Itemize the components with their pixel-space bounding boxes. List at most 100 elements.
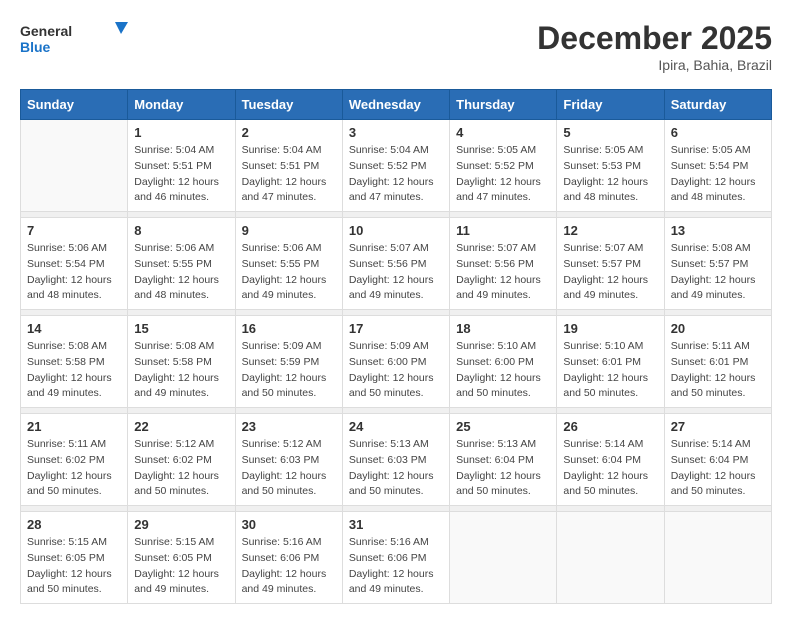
day-info: Sunrise: 5:12 AMSunset: 6:02 PMDaylight:… bbox=[134, 437, 228, 500]
day-number: 5 bbox=[563, 125, 657, 140]
weekday-header-monday: Monday bbox=[128, 90, 235, 120]
day-number: 3 bbox=[349, 125, 443, 140]
weekday-header-thursday: Thursday bbox=[450, 90, 557, 120]
calendar-cell: 6 Sunrise: 5:05 AMSunset: 5:54 PMDaylight… bbox=[664, 120, 771, 212]
day-number: 6 bbox=[671, 125, 765, 140]
day-info: Sunrise: 5:13 AMSunset: 6:04 PMDaylight:… bbox=[456, 437, 550, 500]
calendar-cell: 16Sunrise: 5:09 AMSunset: 5:59 PMDayligh… bbox=[235, 316, 342, 408]
day-number: 7 bbox=[27, 223, 121, 238]
day-info: Sunrise: 5:14 AMSunset: 6:04 PMDaylight:… bbox=[671, 437, 765, 500]
day-info: Sunrise: 5:16 AMSunset: 6:06 PMDaylight:… bbox=[349, 535, 443, 598]
calendar-cell bbox=[450, 512, 557, 604]
calendar-cell: 31 Sunrise: 5:16 AMSunset: 6:06 PMDayligh… bbox=[342, 512, 449, 604]
day-number: 22 bbox=[134, 419, 228, 434]
day-info: Sunrise: 5:15 AMSunset: 6:05 PMDaylight:… bbox=[134, 535, 228, 598]
calendar-cell: 1 Sunrise: 5:04 AMSunset: 5:51 PMDaylight… bbox=[128, 120, 235, 212]
calendar-cell: 12 Sunrise: 5:07 AMSunset: 5:57 PMDayligh… bbox=[557, 218, 664, 310]
calendar-cell: 15Sunrise: 5:08 AMSunset: 5:58 PMDayligh… bbox=[128, 316, 235, 408]
calendar-cell: 22 Sunrise: 5:12 AMSunset: 6:02 PMDayligh… bbox=[128, 414, 235, 506]
day-info: Sunrise: 5:04 AMSunset: 5:51 PMDaylight:… bbox=[134, 143, 228, 206]
day-info: Sunrise: 5:04 AMSunset: 5:51 PMDaylight:… bbox=[242, 143, 336, 206]
day-number: 26 bbox=[563, 419, 657, 434]
weekday-header-row: SundayMondayTuesdayWednesdayThursdayFrid… bbox=[21, 90, 772, 120]
calendar-cell: 14Sunrise: 5:08 AMSunset: 5:58 PMDayligh… bbox=[21, 316, 128, 408]
calendar-cell: 18Sunrise: 5:10 AMSunset: 6:00 PMDayligh… bbox=[450, 316, 557, 408]
location: Ipira, Bahia, Brazil bbox=[537, 57, 772, 73]
calendar-cell: 25Sunrise: 5:13 AMSunset: 6:04 PMDayligh… bbox=[450, 414, 557, 506]
day-number: 29 bbox=[134, 517, 228, 532]
day-number: 2 bbox=[242, 125, 336, 140]
day-number: 20 bbox=[671, 321, 765, 336]
day-number: 30 bbox=[242, 517, 336, 532]
calendar-cell: 21 Sunrise: 5:11 AMSunset: 6:02 PMDayligh… bbox=[21, 414, 128, 506]
day-number: 8 bbox=[134, 223, 228, 238]
day-number: 23 bbox=[242, 419, 336, 434]
calendar-cell: 23 Sunrise: 5:12 AMSunset: 6:03 PMDayligh… bbox=[235, 414, 342, 506]
day-info: Sunrise: 5:05 AMSunset: 5:53 PMDaylight:… bbox=[563, 143, 657, 206]
day-number: 11 bbox=[456, 223, 550, 238]
calendar-cell: 29 Sunrise: 5:15 AMSunset: 6:05 PMDayligh… bbox=[128, 512, 235, 604]
month-title: December 2025 bbox=[537, 20, 772, 57]
svg-text:Blue: Blue bbox=[20, 39, 51, 55]
calendar-cell: 5 Sunrise: 5:05 AMSunset: 5:53 PMDaylight… bbox=[557, 120, 664, 212]
day-info: Sunrise: 5:08 AMSunset: 5:58 PMDaylight:… bbox=[27, 339, 121, 402]
day-number: 17 bbox=[349, 321, 443, 336]
day-info: Sunrise: 5:05 AMSunset: 5:54 PMDaylight:… bbox=[671, 143, 765, 206]
day-number: 13 bbox=[671, 223, 765, 238]
day-info: Sunrise: 5:06 AMSunset: 5:54 PMDaylight:… bbox=[27, 241, 121, 304]
calendar-cell: 13 Sunrise: 5:08 AMSunset: 5:57 PMDayligh… bbox=[664, 218, 771, 310]
day-number: 10 bbox=[349, 223, 443, 238]
day-info: Sunrise: 5:10 AMSunset: 6:01 PMDaylight:… bbox=[563, 339, 657, 402]
weekday-header-wednesday: Wednesday bbox=[342, 90, 449, 120]
title-area: December 2025 Ipira, Bahia, Brazil bbox=[537, 20, 772, 73]
day-number: 28 bbox=[27, 517, 121, 532]
day-info: Sunrise: 5:09 AMSunset: 5:59 PMDaylight:… bbox=[242, 339, 336, 402]
day-info: Sunrise: 5:07 AMSunset: 5:57 PMDaylight:… bbox=[563, 241, 657, 304]
day-info: Sunrise: 5:05 AMSunset: 5:52 PMDaylight:… bbox=[456, 143, 550, 206]
day-number: 1 bbox=[134, 125, 228, 140]
day-info: Sunrise: 5:08 AMSunset: 5:57 PMDaylight:… bbox=[671, 241, 765, 304]
calendar-week-row: 21 Sunrise: 5:11 AMSunset: 6:02 PMDayligh… bbox=[21, 414, 772, 506]
calendar-cell: 11 Sunrise: 5:07 AMSunset: 5:56 PMDayligh… bbox=[450, 218, 557, 310]
day-number: 15 bbox=[134, 321, 228, 336]
day-info: Sunrise: 5:07 AMSunset: 5:56 PMDaylight:… bbox=[456, 241, 550, 304]
calendar-table: SundayMondayTuesdayWednesdayThursdayFrid… bbox=[20, 89, 772, 604]
calendar-cell: 10 Sunrise: 5:07 AMSunset: 5:56 PMDayligh… bbox=[342, 218, 449, 310]
day-info: Sunrise: 5:13 AMSunset: 6:03 PMDaylight:… bbox=[349, 437, 443, 500]
calendar-cell: 20Sunrise: 5:11 AMSunset: 6:01 PMDayligh… bbox=[664, 316, 771, 408]
day-number: 4 bbox=[456, 125, 550, 140]
calendar-cell: 27Sunrise: 5:14 AMSunset: 6:04 PMDayligh… bbox=[664, 414, 771, 506]
page-header: General Blue December 2025 Ipira, Bahia,… bbox=[20, 20, 772, 73]
calendar-cell: 7 Sunrise: 5:06 AMSunset: 5:54 PMDaylight… bbox=[21, 218, 128, 310]
day-number: 31 bbox=[349, 517, 443, 532]
day-number: 21 bbox=[27, 419, 121, 434]
calendar-cell bbox=[21, 120, 128, 212]
day-info: Sunrise: 5:16 AMSunset: 6:06 PMDaylight:… bbox=[242, 535, 336, 598]
calendar-cell: 9 Sunrise: 5:06 AMSunset: 5:55 PMDaylight… bbox=[235, 218, 342, 310]
day-number: 18 bbox=[456, 321, 550, 336]
calendar-week-row: 1 Sunrise: 5:04 AMSunset: 5:51 PMDaylight… bbox=[21, 120, 772, 212]
calendar-week-row: 7 Sunrise: 5:06 AMSunset: 5:54 PMDaylight… bbox=[21, 218, 772, 310]
day-info: Sunrise: 5:14 AMSunset: 6:04 PMDaylight:… bbox=[563, 437, 657, 500]
weekday-header-saturday: Saturday bbox=[664, 90, 771, 120]
day-number: 9 bbox=[242, 223, 336, 238]
logo-svg: General Blue bbox=[20, 20, 130, 62]
day-info: Sunrise: 5:09 AMSunset: 6:00 PMDaylight:… bbox=[349, 339, 443, 402]
weekday-header-sunday: Sunday bbox=[21, 90, 128, 120]
day-info: Sunrise: 5:07 AMSunset: 5:56 PMDaylight:… bbox=[349, 241, 443, 304]
calendar-cell bbox=[557, 512, 664, 604]
day-info: Sunrise: 5:06 AMSunset: 5:55 PMDaylight:… bbox=[242, 241, 336, 304]
day-info: Sunrise: 5:12 AMSunset: 6:03 PMDaylight:… bbox=[242, 437, 336, 500]
day-info: Sunrise: 5:06 AMSunset: 5:55 PMDaylight:… bbox=[134, 241, 228, 304]
calendar-cell: 8 Sunrise: 5:06 AMSunset: 5:55 PMDaylight… bbox=[128, 218, 235, 310]
calendar-week-row: 14Sunrise: 5:08 AMSunset: 5:58 PMDayligh… bbox=[21, 316, 772, 408]
calendar-cell: 28 Sunrise: 5:15 AMSunset: 6:05 PMDayligh… bbox=[21, 512, 128, 604]
day-info: Sunrise: 5:15 AMSunset: 6:05 PMDaylight:… bbox=[27, 535, 121, 598]
logo: General Blue bbox=[20, 20, 130, 62]
calendar-cell: 24Sunrise: 5:13 AMSunset: 6:03 PMDayligh… bbox=[342, 414, 449, 506]
day-number: 12 bbox=[563, 223, 657, 238]
calendar-cell: 2 Sunrise: 5:04 AMSunset: 5:51 PMDaylight… bbox=[235, 120, 342, 212]
calendar-cell: 26 Sunrise: 5:14 AMSunset: 6:04 PMDayligh… bbox=[557, 414, 664, 506]
day-info: Sunrise: 5:11 AMSunset: 6:02 PMDaylight:… bbox=[27, 437, 121, 500]
calendar-cell: 4 Sunrise: 5:05 AMSunset: 5:52 PMDaylight… bbox=[450, 120, 557, 212]
